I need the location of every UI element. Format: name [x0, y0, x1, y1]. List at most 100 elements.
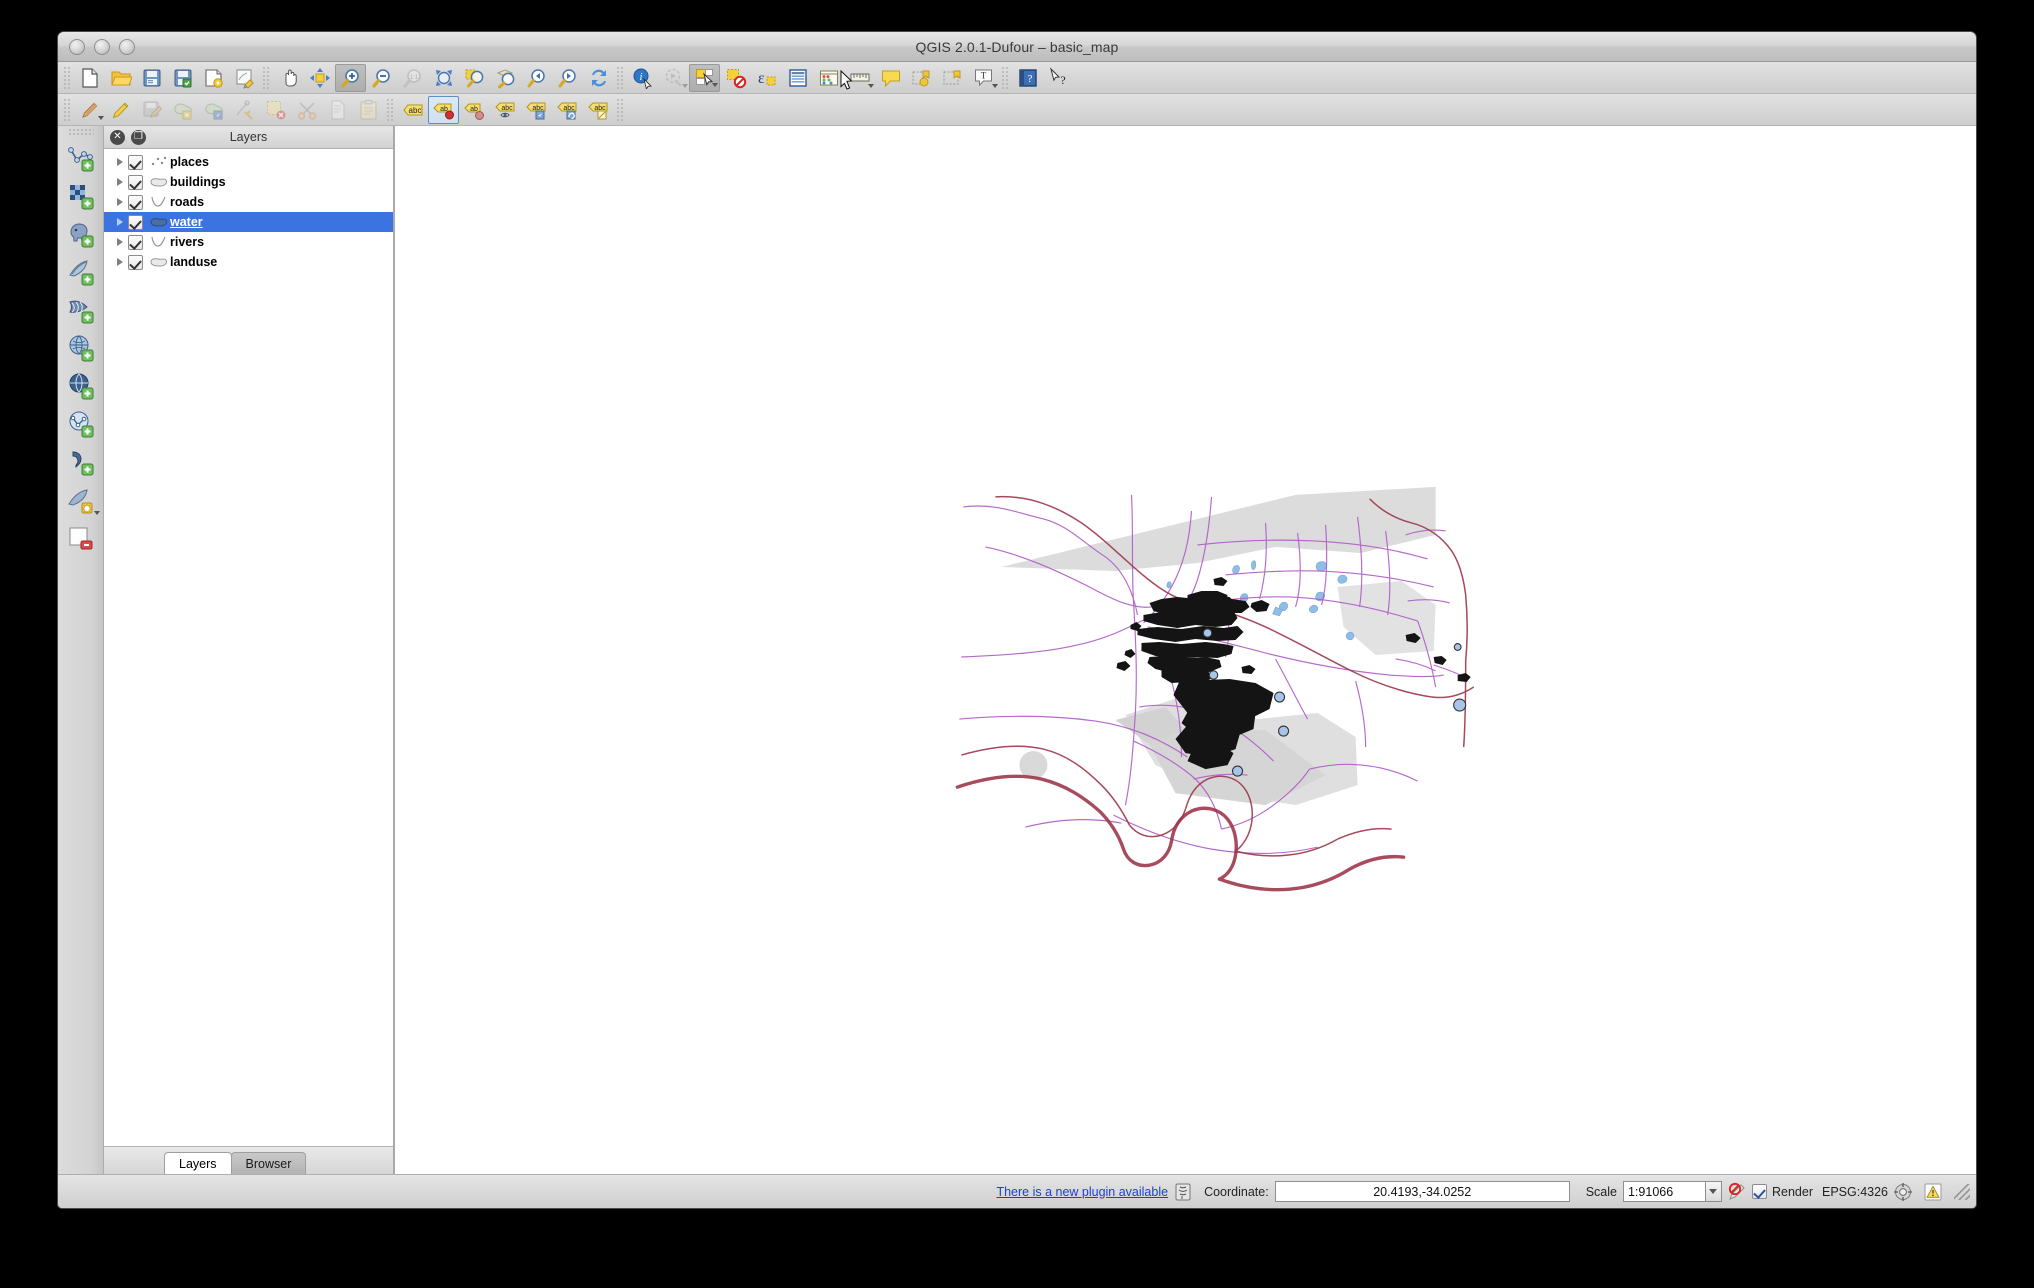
render-checkbox[interactable] [1752, 1184, 1767, 1199]
zoom-out-icon[interactable] [366, 64, 397, 92]
add-wcs-layer-icon[interactable] [61, 367, 101, 405]
paste-features-icon[interactable] [353, 96, 384, 124]
layer-row-buildings[interactable]: buildings [104, 172, 393, 192]
add-raster-layer-icon[interactable] [61, 177, 101, 215]
save-project-as-icon[interactable] [167, 64, 198, 92]
layer-visibility-checkbox[interactable] [128, 255, 143, 270]
add-vector-layer-icon[interactable] [61, 139, 101, 177]
change-label-icon[interactable]: abc [583, 96, 614, 124]
save-layer-edits-icon[interactable] [136, 96, 167, 124]
deselect-features-icon[interactable] [720, 64, 751, 92]
toolbar-grip[interactable] [1001, 66, 1010, 90]
show-bookmarks-icon[interactable] [937, 64, 968, 92]
layer-visibility-checkbox[interactable] [128, 195, 143, 210]
toolbar-grip[interactable] [262, 66, 271, 90]
field-calculator-icon[interactable] [813, 64, 844, 92]
map-tips-icon[interactable] [875, 64, 906, 92]
add-feature-icon[interactable] [167, 96, 198, 124]
stop-render-icon[interactable] [1726, 1181, 1748, 1203]
crs-status-icon[interactable] [1892, 1181, 1914, 1203]
window-resize-grip[interactable] [1954, 1184, 1970, 1200]
layer-visibility-checkbox[interactable] [128, 235, 143, 250]
copy-features-icon[interactable] [322, 96, 353, 124]
expand-layer-icon[interactable] [112, 238, 128, 246]
cut-features-icon[interactable] [291, 96, 322, 124]
minimize-window-button[interactable] [94, 39, 110, 55]
layer-row-places[interactable]: places [104, 152, 393, 172]
expand-layer-icon[interactable] [112, 218, 128, 226]
chevron-down-icon[interactable] [992, 84, 998, 88]
plugin-icon[interactable] [1172, 1181, 1194, 1203]
layer-visibility-checkbox[interactable] [128, 215, 143, 230]
show-hide-labels-icon[interactable]: abc [490, 96, 521, 124]
open-attribute-table-icon[interactable] [782, 64, 813, 92]
expand-layer-icon[interactable] [112, 258, 128, 266]
toolbar-grip[interactable] [63, 66, 72, 90]
chevron-down-icon[interactable] [94, 511, 100, 515]
toolbar-grip[interactable] [68, 128, 94, 136]
move-label-icon[interactable]: abc [521, 96, 552, 124]
node-tool-icon[interactable] [229, 96, 260, 124]
new-print-composer-icon[interactable] [198, 64, 229, 92]
add-delimited-text-layer-icon[interactable] [61, 443, 101, 481]
help-contents-icon[interactable]: ? [1012, 64, 1043, 92]
highlight-pinned-labels-icon[interactable]: ab [459, 96, 490, 124]
close-window-button[interactable] [69, 39, 85, 55]
zoom-native-icon[interactable]: 1:1 [397, 64, 428, 92]
layer-row-water[interactable]: water [104, 212, 393, 232]
expand-layer-icon[interactable] [112, 158, 128, 166]
layer-visibility-checkbox[interactable] [128, 155, 143, 170]
add-mssql-layer-icon[interactable] [61, 291, 101, 329]
layer-row-rivers[interactable]: rivers [104, 232, 393, 252]
toolbar-grip[interactable] [616, 66, 625, 90]
text-annotation-icon[interactable]: T [968, 64, 999, 92]
toolbar-grip[interactable] [386, 98, 395, 122]
pan-to-selection-icon[interactable] [304, 64, 335, 92]
scale-input[interactable]: 1:91066 [1623, 1181, 1705, 1202]
window-controls[interactable] [69, 39, 135, 55]
tab-browser[interactable]: Browser [231, 1152, 307, 1174]
add-wfs-layer-icon[interactable] [61, 405, 101, 443]
chevron-down-icon[interactable] [868, 84, 874, 88]
float-panel-icon[interactable]: ❐ [131, 130, 146, 145]
zoom-next-icon[interactable] [552, 64, 583, 92]
zoom-in-icon[interactable] [335, 64, 366, 92]
rotate-label-icon[interactable]: abc [552, 96, 583, 124]
current-edits-icon[interactable] [74, 96, 105, 124]
toggle-editing-icon[interactable] [105, 96, 136, 124]
new-spatialite-layer-icon[interactable] [61, 481, 101, 519]
add-wms-layer-icon[interactable] [61, 329, 101, 367]
new-bookmark-icon[interactable] [906, 64, 937, 92]
toolbar-grip[interactable] [616, 98, 625, 122]
label-icon[interactable]: abc [397, 96, 428, 124]
delete-selected-icon[interactable] [260, 96, 291, 124]
zoom-last-icon[interactable] [521, 64, 552, 92]
whats-this-icon[interactable]: ? [1043, 64, 1074, 92]
measure-line-icon[interactable] [844, 64, 875, 92]
chevron-down-icon[interactable] [682, 84, 688, 88]
scale-dropdown-icon[interactable] [1705, 1181, 1722, 1202]
expand-layer-icon[interactable] [112, 198, 128, 206]
save-project-icon[interactable] [136, 64, 167, 92]
open-project-icon[interactable] [105, 64, 136, 92]
new-project-icon[interactable] [74, 64, 105, 92]
close-panel-icon[interactable]: ✕ [110, 130, 125, 145]
tab-layers[interactable]: Layers [164, 1152, 232, 1174]
composer-manager-icon[interactable] [229, 64, 260, 92]
move-feature-icon[interactable] [198, 96, 229, 124]
zoom-to-selection-icon[interactable] [459, 64, 490, 92]
add-spatialite-layer-icon[interactable] [61, 253, 101, 291]
coordinate-input[interactable]: 20.4193,-34.0252 [1275, 1181, 1570, 1202]
chevron-down-icon[interactable] [712, 83, 718, 87]
remove-layer-icon[interactable] [61, 519, 101, 557]
zoom-window-button[interactable] [119, 39, 135, 55]
refresh-icon[interactable] [583, 64, 614, 92]
select-by-expression-icon[interactable]: ε [751, 64, 782, 92]
map-canvas[interactable] [394, 126, 1976, 1174]
zoom-to-layer-icon[interactable] [490, 64, 521, 92]
layer-row-roads[interactable]: roads [104, 192, 393, 212]
layer-row-landuse[interactable]: landuse [104, 252, 393, 272]
pin-labels-icon[interactable]: ab [428, 96, 459, 124]
messages-warning-icon[interactable] [1922, 1181, 1944, 1203]
expand-layer-icon[interactable] [112, 178, 128, 186]
